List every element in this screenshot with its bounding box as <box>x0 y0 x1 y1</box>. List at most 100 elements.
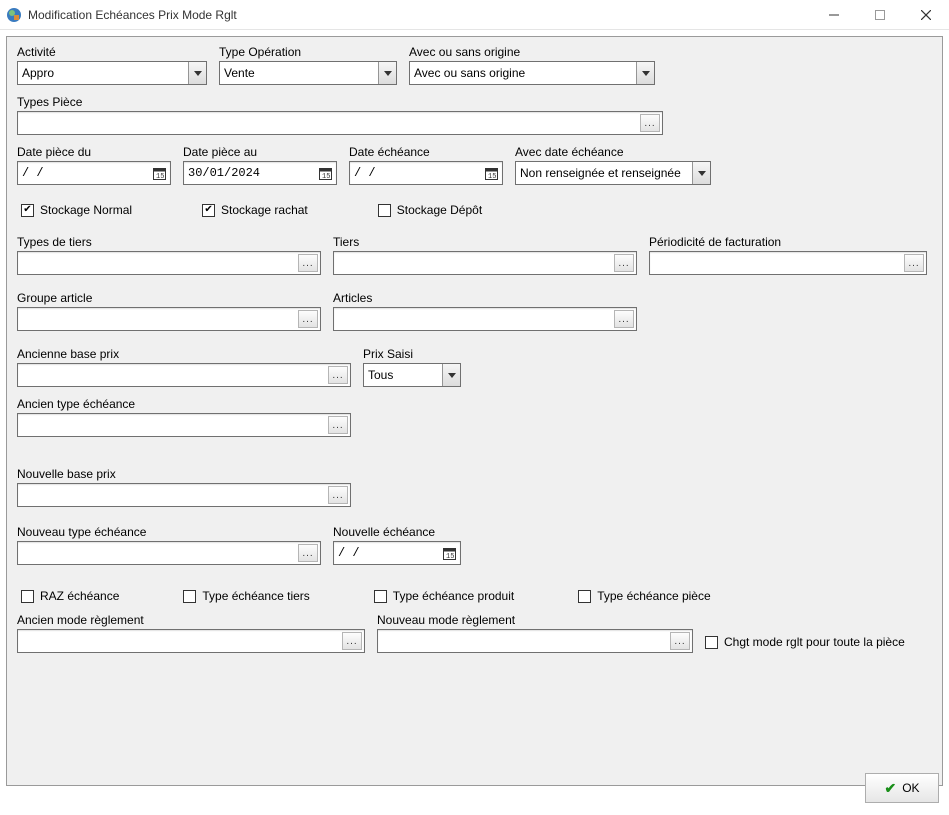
ancienne-base-prix-input[interactable]: ... <box>17 363 351 387</box>
activite-dropdown[interactable]: Appro <box>17 61 207 85</box>
label-types-piece: Types Pièce <box>17 95 663 109</box>
ellipsis-icon[interactable]: ... <box>640 114 660 132</box>
articles-input[interactable]: ... <box>333 307 637 331</box>
type-echeance-produit-label: Type échéance produit <box>393 589 514 603</box>
label-groupe-article: Groupe article <box>17 291 321 305</box>
type-echeance-piece-checkbox[interactable]: Type échéance pièce <box>578 589 710 603</box>
types-tiers-input[interactable]: ... <box>17 251 321 275</box>
stockage-normal-label: Stockage Normal <box>40 203 132 217</box>
type-echeance-piece-label: Type échéance pièce <box>597 589 710 603</box>
label-types-tiers: Types de tiers <box>17 235 321 249</box>
ellipsis-icon[interactable]: ... <box>342 632 362 650</box>
stockage-rachat-checkbox[interactable]: ✔ Stockage rachat <box>202 203 308 217</box>
nouveau-mode-reglement-input[interactable]: ... <box>377 629 693 653</box>
label-nouveau-mode-reglement: Nouveau mode règlement <box>377 613 693 627</box>
label-tiers: Tiers <box>333 235 637 249</box>
label-date-au: Date pièce au <box>183 145 337 159</box>
minimize-button[interactable] <box>811 0 857 30</box>
calendar-icon[interactable]: 15 <box>440 544 458 562</box>
ellipsis-icon[interactable]: ... <box>328 416 348 434</box>
groupe-article-input[interactable]: ... <box>17 307 321 331</box>
app-icon <box>6 7 22 23</box>
maximize-button[interactable] <box>857 0 903 30</box>
check-icon: ✔ <box>884 780 896 797</box>
ellipsis-icon[interactable]: ... <box>614 254 634 272</box>
close-button[interactable] <box>903 0 949 30</box>
avec-date-echeance-value: Non renseignée et renseignée <box>520 166 681 180</box>
chgt-mode-rglt-label: Chgt mode rglt pour toute la pièce <box>724 635 905 649</box>
date-echeance-input[interactable]: / / 15 <box>349 161 503 185</box>
tiers-input[interactable]: ... <box>333 251 637 275</box>
ellipsis-icon[interactable]: ... <box>298 544 318 562</box>
ancien-type-echeance-input[interactable]: ... <box>17 413 351 437</box>
date-echeance-value: / / <box>354 166 376 180</box>
type-echeance-produit-checkbox[interactable]: Type échéance produit <box>374 589 514 603</box>
nouveau-type-echeance-input[interactable]: ... <box>17 541 321 565</box>
checkbox-icon: ✔ <box>202 204 215 217</box>
window-title: Modification Echéances Prix Mode Rglt <box>28 8 237 22</box>
origine-dropdown[interactable]: Avec ou sans origine <box>409 61 655 85</box>
prix-saisi-value: Tous <box>368 368 393 382</box>
ok-button[interactable]: ✔ OK <box>865 773 939 803</box>
stockage-depot-checkbox[interactable]: Stockage Dépôt <box>378 203 482 217</box>
label-date-du: Date pièce du <box>17 145 171 159</box>
label-avec-date-echeance: Avec date échéance <box>515 145 711 159</box>
ellipsis-icon[interactable]: ... <box>328 366 348 384</box>
type-operation-dropdown[interactable]: Vente <box>219 61 397 85</box>
checkbox-icon <box>705 636 718 649</box>
label-ancien-type-echeance: Ancien type échéance <box>17 397 351 411</box>
label-type-operation: Type Opération <box>219 45 397 59</box>
title-bar: Modification Echéances Prix Mode Rglt <box>0 0 949 30</box>
checkbox-icon <box>21 590 34 603</box>
checkbox-icon <box>578 590 591 603</box>
nouvelle-base-prix-input[interactable]: ... <box>17 483 351 507</box>
raz-echeance-label: RAZ échéance <box>40 589 119 603</box>
ancien-mode-reglement-input[interactable]: ... <box>17 629 365 653</box>
checkbox-icon <box>183 590 196 603</box>
ellipsis-icon[interactable]: ... <box>298 310 318 328</box>
svg-text:15: 15 <box>156 173 164 180</box>
stockage-normal-checkbox[interactable]: ✔ Stockage Normal <box>21 203 132 217</box>
types-piece-input[interactable]: ... <box>17 111 663 135</box>
type-echeance-tiers-checkbox[interactable]: Type échéance tiers <box>183 589 309 603</box>
ellipsis-icon[interactable]: ... <box>904 254 924 272</box>
origine-value: Avec ou sans origine <box>414 66 525 80</box>
raz-echeance-checkbox[interactable]: RAZ échéance <box>21 589 119 603</box>
label-date-echeance: Date échéance <box>349 145 503 159</box>
date-piece-au-input[interactable]: 30/01/2024 15 <box>183 161 337 185</box>
checkbox-icon <box>374 590 387 603</box>
ellipsis-icon[interactable]: ... <box>614 310 634 328</box>
prix-saisi-dropdown[interactable]: Tous <box>363 363 461 387</box>
label-nouvelle-echeance: Nouvelle échéance <box>333 525 461 539</box>
svg-text:15: 15 <box>322 173 330 180</box>
label-activite: Activité <box>17 45 207 59</box>
nouvelle-echeance-value: / / <box>338 546 360 560</box>
ellipsis-icon[interactable]: ... <box>328 486 348 504</box>
stockage-rachat-label: Stockage rachat <box>221 203 308 217</box>
label-prix-saisi: Prix Saisi <box>363 347 461 361</box>
calendar-icon[interactable]: 15 <box>482 164 500 182</box>
calendar-icon[interactable]: 15 <box>316 164 334 182</box>
periodicite-input[interactable]: ... <box>649 251 927 275</box>
label-nouveau-type-echeance: Nouveau type échéance <box>17 525 321 539</box>
ellipsis-icon[interactable]: ... <box>670 632 690 650</box>
date-au-value: 30/01/2024 <box>188 166 260 180</box>
ellipsis-icon[interactable]: ... <box>298 254 318 272</box>
type-operation-value: Vente <box>224 66 255 80</box>
calendar-icon[interactable]: 15 <box>150 164 168 182</box>
svg-text:15: 15 <box>446 553 454 560</box>
avec-date-echeance-dropdown[interactable]: Non renseignée et renseignée <box>515 161 711 185</box>
dropdown-icon <box>636 62 654 84</box>
date-piece-du-input[interactable]: / / 15 <box>17 161 171 185</box>
checkbox-icon <box>378 204 391 217</box>
ok-label: OK <box>902 781 919 795</box>
main-panel: Activité Appro Type Opération Vente Avec… <box>6 36 943 786</box>
label-origine: Avec ou sans origine <box>409 45 655 59</box>
activite-value: Appro <box>22 66 54 80</box>
dropdown-icon <box>378 62 396 84</box>
dropdown-icon <box>442 364 460 386</box>
label-nouvelle-base-prix: Nouvelle base prix <box>17 467 351 481</box>
nouvelle-echeance-input[interactable]: / / 15 <box>333 541 461 565</box>
type-echeance-tiers-label: Type échéance tiers <box>202 589 309 603</box>
chgt-mode-rglt-checkbox[interactable]: Chgt mode rglt pour toute la pièce <box>705 635 905 649</box>
